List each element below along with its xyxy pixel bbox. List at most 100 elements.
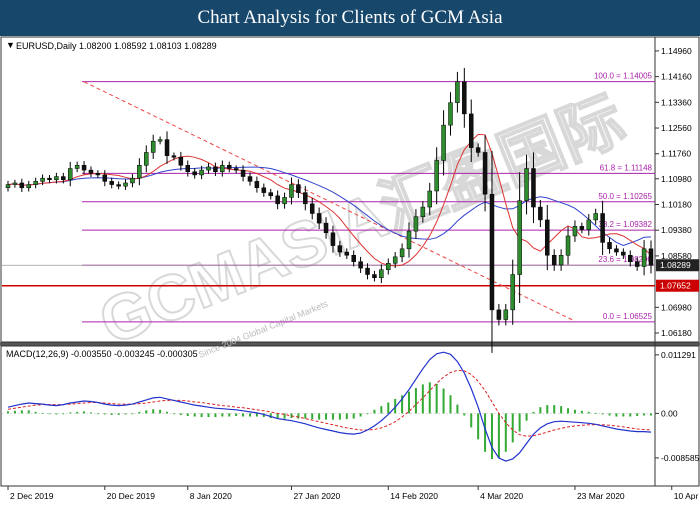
macd-hist-bar <box>76 411 79 414</box>
macd-hist-bar <box>511 413 514 443</box>
macd-hist-bar <box>159 409 162 414</box>
candle-body <box>150 140 156 153</box>
x-tick-label: 23 Mar 2020 <box>577 491 625 500</box>
macd-hist-bar <box>587 411 590 414</box>
macd-hist-bar <box>338 413 341 420</box>
x-tick-label: 10 Apr 2020 <box>674 491 700 500</box>
candle <box>641 240 647 276</box>
candle-body <box>420 206 426 217</box>
macd-hist-bar <box>110 413 113 415</box>
macd-hist-bar <box>7 411 9 414</box>
candle-body <box>275 195 280 205</box>
candle <box>372 270 377 282</box>
candle-body <box>213 166 218 172</box>
candle <box>247 172 253 186</box>
candle-body <box>185 165 191 172</box>
macd-hist-bar <box>27 410 30 414</box>
chart-area: GCMASIA汇盈国际 Since 2004 Global Capital Mar… <box>0 36 700 501</box>
price-tick-label: 1.14160 <box>661 72 692 82</box>
fib-level-label: 61.8 = 1.11148 <box>600 163 653 172</box>
candle-body <box>392 256 398 264</box>
candle-body <box>531 168 536 208</box>
macd-hist-bar <box>152 409 155 414</box>
candle <box>579 222 585 234</box>
candle <box>268 188 273 200</box>
macd-hist-bar <box>69 412 72 414</box>
candle-body <box>261 187 267 193</box>
x-tick-label: 8 Jan 2020 <box>190 491 232 500</box>
macd-hist-bar <box>573 409 576 414</box>
candle <box>206 163 211 174</box>
candle <box>47 175 52 183</box>
price-tick-label: 1.10980 <box>661 174 692 184</box>
macd-hist-bar <box>567 408 570 414</box>
price-tick-label: 1.06980 <box>661 302 692 312</box>
candle-body <box>503 309 509 320</box>
macd-hist-bar <box>615 413 618 417</box>
macd-hist-bar <box>255 413 258 417</box>
macd-hist-bar <box>62 413 65 415</box>
price-tick-label: 1.10180 <box>661 199 692 209</box>
macd-hist-bar <box>601 413 604 415</box>
candle-body <box>254 181 260 189</box>
price-tick-label: 1.09380 <box>661 225 692 235</box>
macd-hist-bar <box>449 395 452 414</box>
macd-hist-bar <box>13 410 16 414</box>
price-tick-label: 1.11760 <box>661 149 691 159</box>
macd-hist-bar <box>48 413 51 415</box>
macd-hist-bar <box>546 405 549 414</box>
macd-hist-bar <box>643 413 646 416</box>
macd-hist-bar <box>477 413 480 440</box>
macd-hist-bar <box>207 413 210 418</box>
macd-hist-bar <box>304 413 307 419</box>
chart-svg: GCMASIA汇盈国际Since 2004 Global Capital Mar… <box>0 36 700 501</box>
candle <box>607 237 612 254</box>
candle-body <box>74 165 80 169</box>
candle-body <box>524 168 529 201</box>
macd-hist-bar <box>20 410 23 414</box>
candle <box>67 162 73 187</box>
candle <box>178 151 184 171</box>
candle <box>538 199 543 227</box>
macd-hist-bar <box>221 413 224 417</box>
candle-body <box>538 206 543 221</box>
macd-hist-bar <box>497 413 500 458</box>
candle-body <box>282 197 287 205</box>
macd-hist-bar <box>200 413 203 418</box>
candle-body <box>268 192 273 197</box>
current-price-label: 1.08289 <box>660 260 691 270</box>
macd-hist-bar <box>41 412 44 414</box>
candle <box>593 208 598 225</box>
fib-level-label: 38.2 = 1.09382 <box>598 220 652 229</box>
macd-hist-bar <box>435 383 438 414</box>
candle-body <box>289 184 294 198</box>
candle-body <box>551 255 557 266</box>
candle <box>81 161 87 175</box>
candle <box>157 136 163 145</box>
candle <box>448 92 453 136</box>
macd-hist-bar <box>622 413 625 417</box>
macd-hist-bar <box>248 413 251 417</box>
candle-body <box>634 261 640 267</box>
chart-banner: Chart Analysis for Clients of GCM Asia <box>0 0 700 36</box>
candle-body <box>88 169 94 174</box>
macd-tick-label: -0.008585 <box>661 453 700 463</box>
candle <box>261 183 267 197</box>
candle-body <box>468 113 474 148</box>
macd-hist-bar <box>55 413 58 415</box>
macd-hist-bar <box>83 411 86 414</box>
candle-body <box>441 124 446 161</box>
candle-body <box>206 166 211 171</box>
candle <box>233 165 239 174</box>
candle-body <box>323 222 329 234</box>
candle-body <box>365 267 370 275</box>
candle-body <box>81 165 87 171</box>
candle-body <box>144 152 149 166</box>
candle-body <box>130 177 135 184</box>
candle-body <box>12 182 18 185</box>
candle-body <box>337 245 343 253</box>
candle-body <box>61 176 66 181</box>
candle-body <box>413 216 419 232</box>
candle-body <box>303 192 308 205</box>
candle <box>5 180 11 192</box>
